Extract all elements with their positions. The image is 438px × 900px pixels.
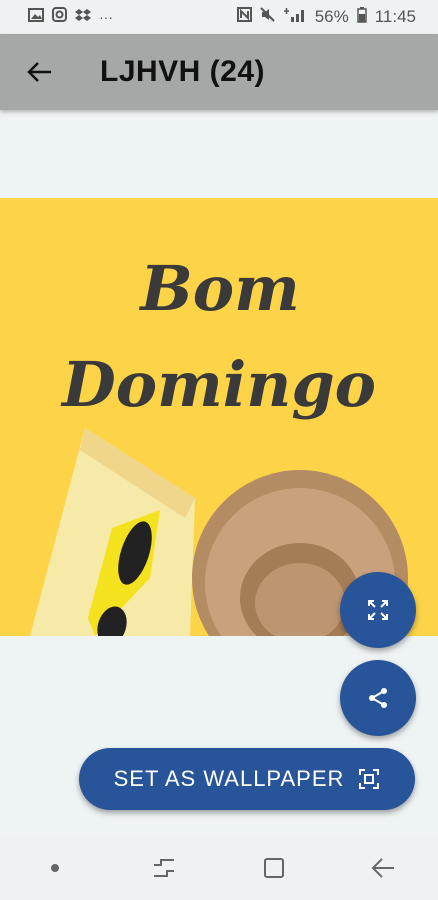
greeting-line-1: Bom [138,252,299,325]
dropbox-icon [75,7,91,27]
page-title: LJHVH (24) [100,55,266,88]
set-as-wallpaper-button[interactable]: SET AS WALLPAPER [79,748,415,810]
greeting-line-2: Domingo [60,348,376,421]
set-as-wallpaper-label: SET AS WALLPAPER [113,766,345,791]
recent-apps-button[interactable] [134,836,194,900]
battery-icon [356,6,367,28]
status-time: 11:45 [374,7,416,26]
instagram-icon [52,7,67,27]
status-bar: ··· 56% 11:45 [0,0,438,34]
fullscreen-icon [368,600,388,620]
battery-percent: 56% [314,7,349,26]
share-button[interactable] [340,660,416,736]
nav-dot-button[interactable] [25,836,85,900]
back-arrow-icon [371,858,395,878]
app-bar: LJHVH (24) [0,34,438,110]
nfc-icon [236,7,252,27]
signal-icon [283,7,307,27]
home-button[interactable] [244,836,304,900]
dot-icon [50,864,59,872]
wallpaper-icon [359,769,380,789]
more-dots-icon: ··· [99,9,113,25]
status-left: ··· [28,7,113,27]
wallpaper-image: Bom Domingo [0,198,438,636]
back-button[interactable] [0,34,80,110]
share-icon [369,688,387,708]
recent-apps-icon [154,859,175,877]
expand-button[interactable] [340,572,416,648]
mute-icon [259,7,275,27]
back-nav-button[interactable] [353,836,413,900]
back-arrow-icon [27,62,51,82]
image-icon [28,7,44,27]
navigation-bar [0,836,438,900]
status-right: 56% 11:45 [236,6,416,28]
home-icon [263,858,284,878]
